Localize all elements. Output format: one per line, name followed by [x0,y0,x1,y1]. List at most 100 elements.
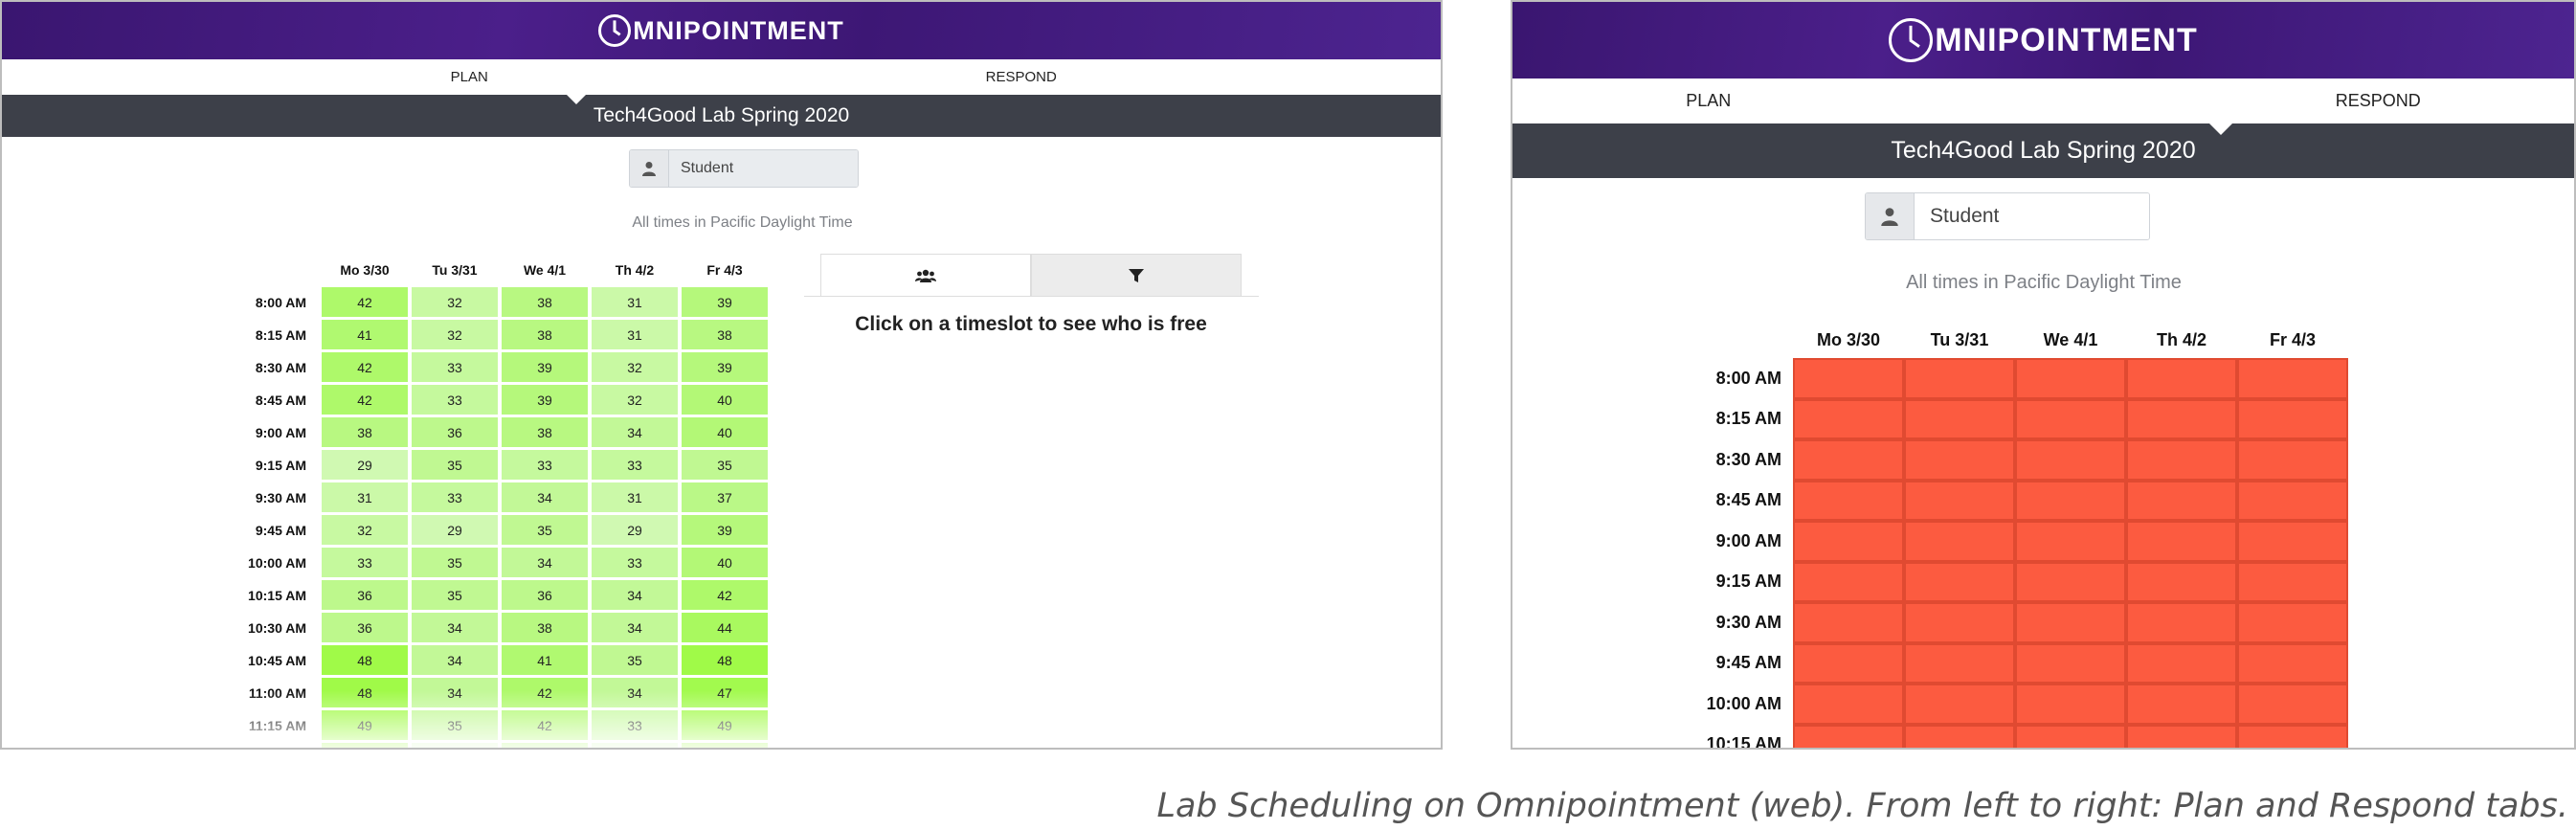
respond-timeslot-cell[interactable] [2126,480,2237,521]
plan-timeslot-cell[interactable]: 32 [412,320,498,349]
plan-timeslot-cell[interactable]: 34 [412,678,498,707]
respond-timeslot-cell[interactable] [2237,724,2348,748]
respond-timeslot-cell[interactable] [1904,480,2015,521]
plan-timeslot-cell[interactable]: 33 [592,548,678,577]
plan-timeslot-cell[interactable]: 49 [322,710,408,740]
respond-timeslot-cell[interactable] [1793,724,1904,748]
plan-timeslot-cell[interactable]: 38 [502,613,588,642]
plan-timeslot-cell[interactable]: 49 [682,743,768,748]
plan-timeslot-cell[interactable]: 39 [682,287,768,317]
respond-timeslot-cell[interactable] [1904,358,2015,399]
plan-timeslot-cell[interactable]: 38 [502,320,588,349]
plan-timeslot-cell[interactable]: 40 [682,385,768,415]
respond-timeslot-cell[interactable] [2015,684,2126,725]
plan-timeslot-cell[interactable]: 42 [502,710,588,740]
respond-timeslot-cell[interactable] [2015,561,2126,602]
plan-timeslot-cell[interactable]: 34 [412,613,498,642]
plan-timeslot-cell[interactable]: 32 [412,287,498,317]
plan-timeslot-cell[interactable]: 32 [592,385,678,415]
tab-plan[interactable]: PLAN [1512,79,2058,123]
plan-timeslot-cell[interactable]: 28 [592,743,678,748]
tab-respond[interactable]: RESPOND [746,59,1442,95]
respond-timeslot-cell[interactable] [2015,398,2126,439]
plan-timeslot-cell[interactable]: 35 [592,645,678,675]
tab-people[interactable] [820,254,1031,297]
plan-timeslot-cell[interactable]: 35 [412,580,498,610]
respond-timeslot-cell[interactable] [1904,439,2015,481]
plan-timeslot-cell[interactable]: 32 [592,352,678,382]
plan-timeslot-cell[interactable]: 27 [412,743,498,748]
respond-timeslot-cell[interactable] [2126,521,2237,562]
respond-timeslot-cell[interactable] [1793,480,1904,521]
plan-timeslot-cell[interactable]: 40 [682,548,768,577]
plan-timeslot-cell[interactable]: 36 [412,417,498,447]
respond-timeslot-cell[interactable] [2126,398,2237,439]
plan-timeslot-cell[interactable]: 33 [412,352,498,382]
plan-timeslot-cell[interactable]: 47 [682,678,768,707]
respond-timeslot-cell[interactable] [2015,521,2126,562]
respond-timeslot-cell[interactable] [2237,480,2348,521]
respond-timeslot-cell[interactable] [2015,439,2126,481]
plan-timeslot-cell[interactable]: 34 [502,482,588,512]
plan-timeslot-cell[interactable]: 35 [412,710,498,740]
plan-timeslot-cell[interactable]: 34 [592,580,678,610]
plan-timeslot-cell[interactable]: 34 [592,417,678,447]
respond-timeslot-cell[interactable] [2237,602,2348,643]
plan-timeslot-cell[interactable]: 42 [502,743,588,748]
respond-timeslot-cell[interactable] [2126,602,2237,643]
user-select[interactable]: Student [1865,192,2150,240]
plan-timeslot-cell[interactable]: 33 [502,450,588,480]
plan-timeslot-cell[interactable]: 44 [682,613,768,642]
plan-timeslot-cell[interactable]: 38 [502,287,588,317]
plan-timeslot-cell[interactable]: 38 [682,320,768,349]
plan-timeslot-cell[interactable]: 42 [682,580,768,610]
respond-timeslot-cell[interactable] [2126,642,2237,684]
plan-timeslot-cell[interactable]: 31 [592,320,678,349]
plan-timeslot-cell[interactable]: 42 [322,352,408,382]
respond-timeslot-cell[interactable] [2237,398,2348,439]
respond-timeslot-cell[interactable] [1904,521,2015,562]
plan-timeslot-cell[interactable]: 42 [502,678,588,707]
respond-timeslot-cell[interactable] [1904,602,2015,643]
plan-timeslot-cell[interactable]: 35 [502,515,588,545]
tab-respond[interactable]: RESPOND [2058,79,2575,123]
plan-timeslot-cell[interactable]: 38 [322,417,408,447]
respond-timeslot-cell[interactable] [1793,358,1904,399]
respond-timeslot-cell[interactable] [1793,684,1904,725]
respond-timeslot-cell[interactable] [1793,561,1904,602]
plan-timeslot-cell[interactable]: 39 [502,385,588,415]
plan-timeslot-cell[interactable]: 33 [412,482,498,512]
plan-timeslot-cell[interactable]: 31 [592,482,678,512]
respond-timeslot-cell[interactable] [2126,724,2237,748]
respond-timeslot-cell[interactable] [2126,358,2237,399]
respond-timeslot-cell[interactable] [2015,724,2126,748]
plan-timeslot-cell[interactable]: 29 [412,515,498,545]
plan-timeslot-cell[interactable]: 37 [682,482,768,512]
plan-timeslot-cell[interactable]: 48 [322,645,408,675]
plan-timeslot-cell[interactable]: 48 [682,645,768,675]
plan-timeslot-cell[interactable]: 36 [322,613,408,642]
plan-timeslot-cell[interactable]: 33 [322,548,408,577]
respond-timeslot-cell[interactable] [1793,439,1904,481]
plan-timeslot-cell[interactable]: 36 [322,580,408,610]
plan-timeslot-cell[interactable]: 48 [322,678,408,707]
respond-timeslot-cell[interactable] [2237,642,2348,684]
plan-timeslot-cell[interactable]: 29 [322,450,408,480]
plan-timeslot-cell[interactable]: 40 [682,417,768,447]
plan-timeslot-cell[interactable]: 33 [592,710,678,740]
plan-timeslot-cell[interactable]: 39 [682,515,768,545]
plan-timeslot-cell[interactable]: 36 [502,580,588,610]
respond-timeslot-cell[interactable] [2237,684,2348,725]
plan-timeslot-cell[interactable]: 49 [682,710,768,740]
respond-timeslot-cell[interactable] [1793,398,1904,439]
respond-timeslot-cell[interactable] [1904,684,2015,725]
plan-timeslot-cell[interactable]: 34 [592,613,678,642]
plan-timeslot-cell[interactable]: 35 [412,548,498,577]
tab-filter[interactable] [1031,254,1242,297]
respond-timeslot-cell[interactable] [1793,642,1904,684]
plan-timeslot-cell[interactable]: 31 [322,482,408,512]
respond-timeslot-cell[interactable] [2126,439,2237,481]
plan-timeslot-cell[interactable]: 35 [412,450,498,480]
user-select[interactable]: Student [629,149,859,188]
plan-timeslot-cell[interactable]: 39 [502,352,588,382]
